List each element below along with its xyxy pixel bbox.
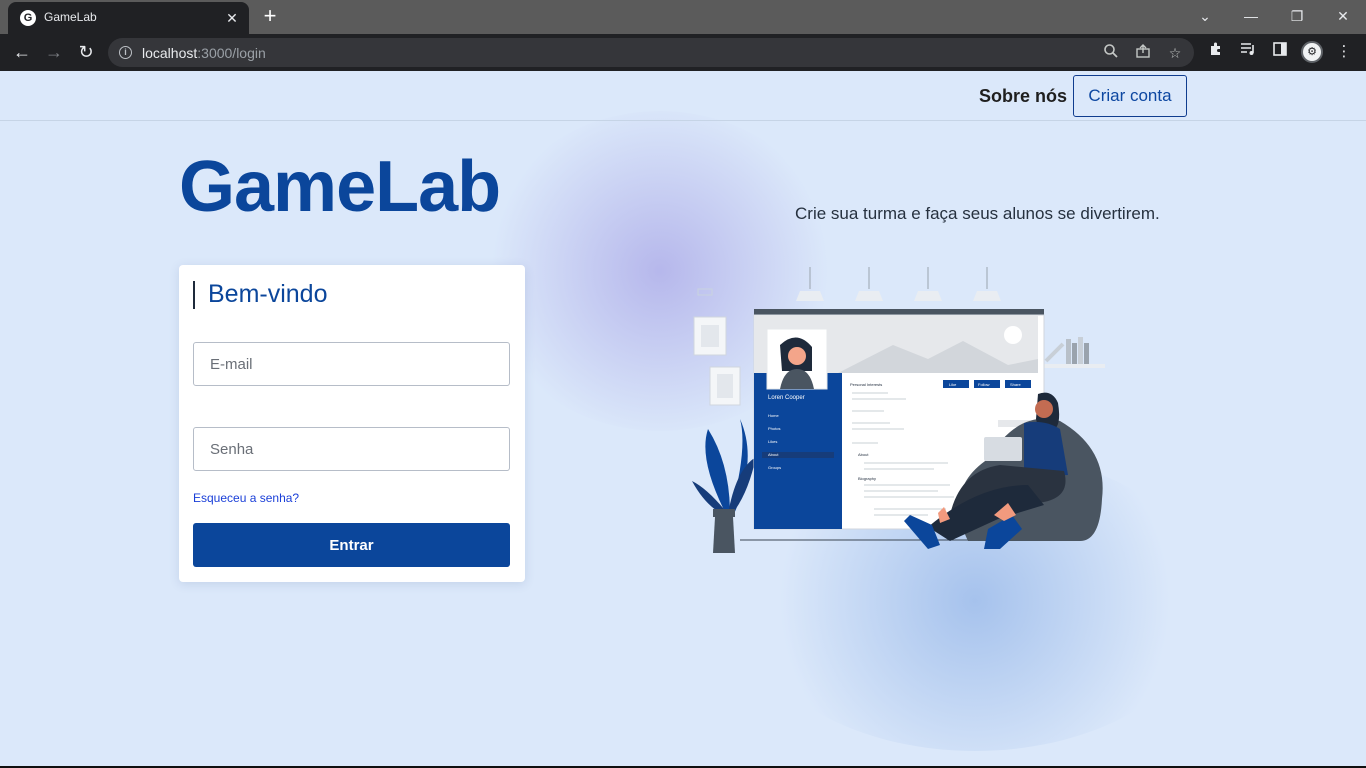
- forgot-password-link[interactable]: Esqueceu a senha?: [193, 491, 299, 505]
- social-profile-illustration: Loren Cooper Home Photos Likes About Gro…: [692, 267, 1105, 553]
- bookmark-star-icon[interactable]: ☆: [1165, 43, 1185, 63]
- create-account-button[interactable]: Criar conta: [1073, 75, 1187, 117]
- zoom-icon[interactable]: [1101, 43, 1121, 63]
- new-tab-icon[interactable]: +: [258, 5, 282, 29]
- tagline: Crie sua turma e faça seus alunos se div…: [795, 204, 1160, 223]
- url-path: :3000/login: [197, 45, 266, 61]
- url-host: localhost: [142, 45, 198, 61]
- illustration-menu-item: About: [768, 452, 779, 457]
- ceiling-lamp-icon: [796, 267, 1001, 301]
- illustration-menu-item: Likes: [768, 439, 777, 444]
- reload-icon[interactable]: ↻: [74, 40, 98, 64]
- illustration-section-label: Personal Interests: [850, 382, 882, 387]
- tab-close-icon[interactable]: ✕: [223, 9, 241, 27]
- tab-favicon-icon: G: [20, 10, 36, 26]
- media-control-icon[interactable]: [1237, 41, 1259, 63]
- illustration-menu-item: Groups: [768, 465, 781, 470]
- site-info-icon[interactable]: i: [119, 46, 132, 59]
- minimize-icon[interactable]: —: [1239, 5, 1263, 27]
- illustration-section-label: Biography: [858, 476, 876, 481]
- back-arrow-icon[interactable]: ←: [10, 40, 34, 64]
- profile-avatar-icon[interactable]: ⚙: [1301, 41, 1323, 63]
- tab-title: GameLab: [44, 10, 97, 24]
- illustration-profile-name: Loren Cooper: [768, 395, 805, 401]
- address-bar[interactable]: i localhost:3000/login ☆: [108, 38, 1194, 67]
- forward-arrow-icon[interactable]: →: [42, 40, 66, 64]
- close-window-icon[interactable]: ✕: [1331, 5, 1355, 27]
- password-field[interactable]: [193, 427, 510, 471]
- browser-tab[interactable]: G GameLab ✕: [8, 2, 249, 34]
- illustration-action-button: Share: [1010, 382, 1021, 387]
- restore-icon[interactable]: ❐: [1285, 5, 1309, 27]
- title-accent-bar: [193, 281, 195, 309]
- browser-toolbar: ← → ↻ i localhost:3000/login ☆ ⚙ ⋮: [0, 34, 1366, 71]
- login-submit-button[interactable]: Entrar: [193, 523, 510, 567]
- illustration-menu-item: Home: [768, 413, 779, 418]
- browser-titlebar: G GameLab ✕ + ⌄ — ❐ ✕: [0, 0, 1366, 34]
- illustration-action-button: Follow: [978, 382, 990, 387]
- app-logo: GameLab: [179, 147, 501, 227]
- browser-menu-kebab-icon[interactable]: ⋮: [1333, 41, 1355, 63]
- login-card: Bem-vindo Esqueceu a senha? Entrar: [179, 265, 525, 582]
- email-field[interactable]: [193, 342, 510, 386]
- side-panel-icon[interactable]: [1269, 41, 1291, 63]
- about-link[interactable]: Sobre nós: [979, 86, 1067, 107]
- extensions-puzzle-icon[interactable]: [1205, 41, 1227, 63]
- share-icon[interactable]: [1133, 43, 1153, 63]
- login-title: Bem-vindo: [208, 280, 328, 308]
- illustration-action-button: Like: [949, 382, 957, 387]
- page: Sobre nós Criar conta GameLab Crie sua t…: [0, 71, 1366, 766]
- header-divider: [0, 120, 1366, 121]
- url-text[interactable]: localhost:3000/login: [142, 45, 266, 61]
- tab-search-chevron-icon[interactable]: ⌄: [1193, 5, 1217, 27]
- illustration-menu-item: Photos: [768, 426, 780, 431]
- illustration-section-label: About: [858, 452, 869, 457]
